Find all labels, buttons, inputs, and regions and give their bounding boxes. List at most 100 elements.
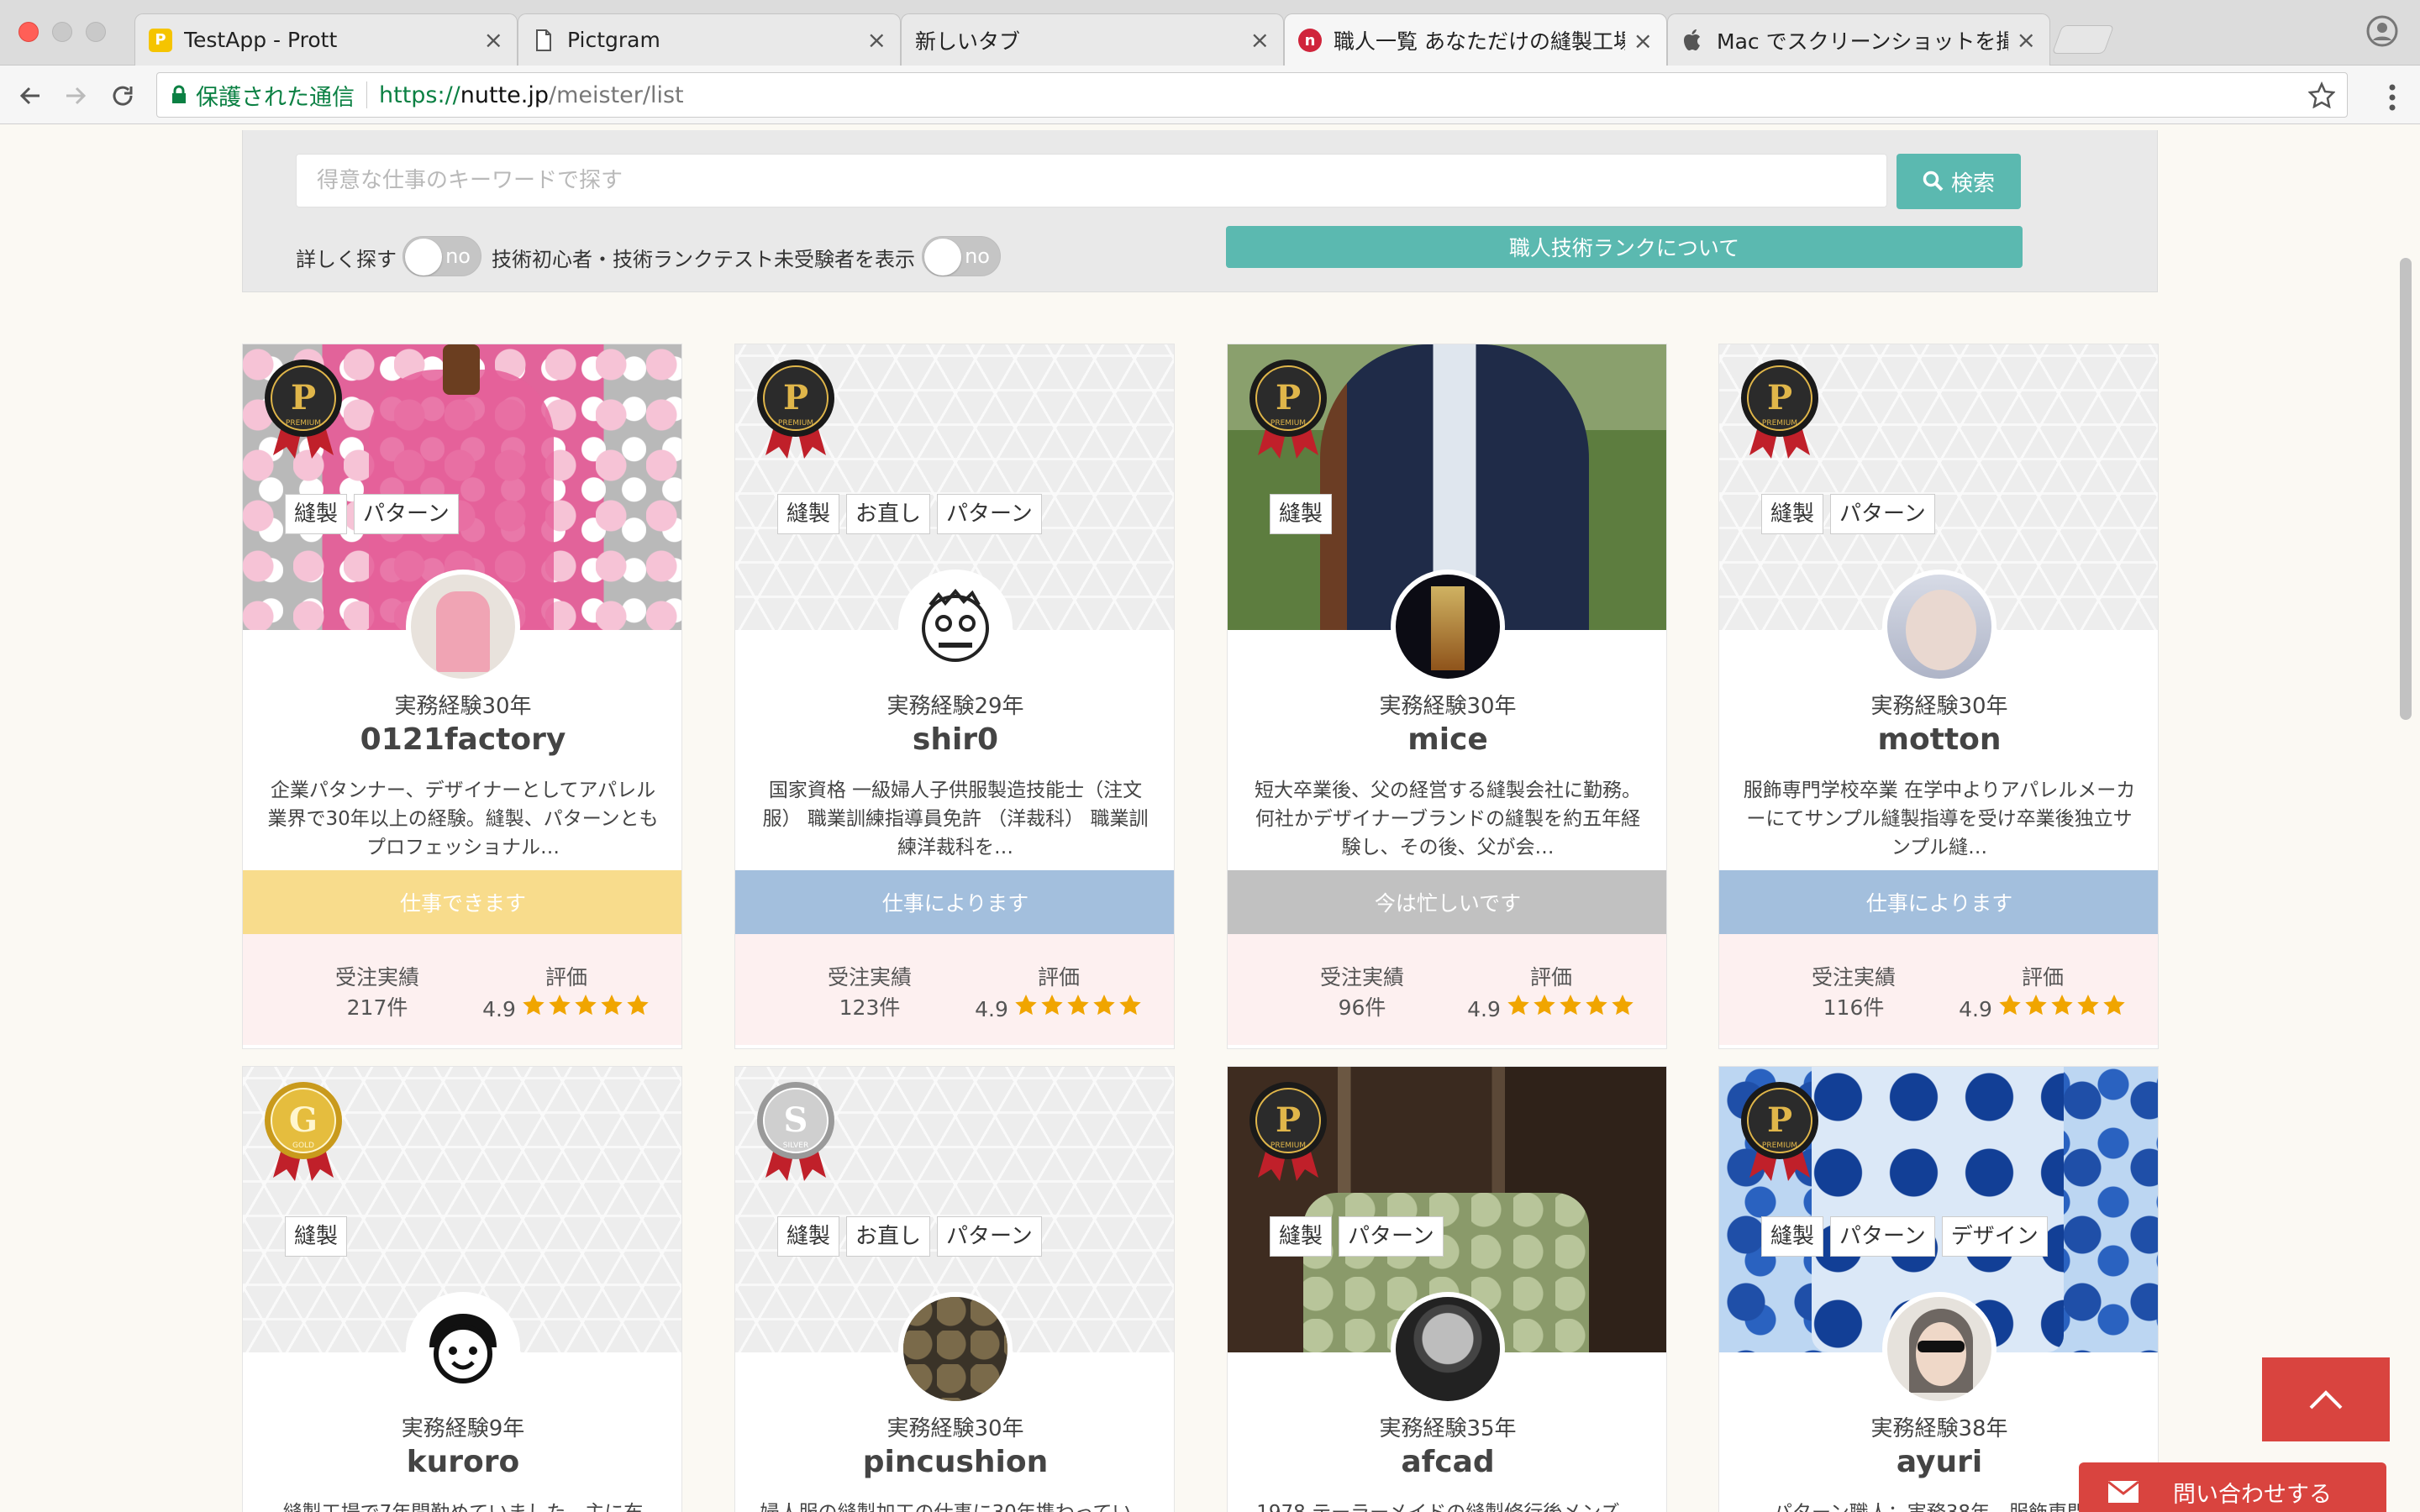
svg-text:P: P [783, 378, 808, 417]
meister-card[interactable]: P PREMIUM 縫製 お直し パターン 実務経験29年 shir0 国家資格 一… [734, 344, 1175, 1049]
scroll-to-top-button[interactable] [2262, 1357, 2390, 1441]
browser-tab[interactable]: Mac でスクリーンショットを撮る × [1667, 13, 2050, 66]
skill-tags: 縫製 [285, 1216, 348, 1257]
bookmark-star-icon[interactable] [2308, 81, 2335, 108]
meister-card[interactable]: P PREMIUM 縫製 パターン 実務経験30年 motton 服飾専門学校卒業… [1718, 344, 2159, 1049]
rating-value: 4.9 [482, 997, 516, 1021]
back-button[interactable] [13, 79, 47, 113]
meister-card[interactable]: P PREMIUM 縫製パターン 実務経験35年 afcad 1978 テーラー… [1227, 1066, 1667, 1512]
star-icon [1610, 993, 1635, 1026]
forward-button[interactable] [59, 79, 92, 113]
detail-search-label: 詳しく探す [296, 248, 397, 271]
meister-card[interactable]: G GOLD 縫製 実務経験9年 kuroro 縫製工場で7年間勤めていました。… [242, 1066, 682, 1512]
rating-stat: 評価 4.9 [1455, 963, 1648, 1026]
svg-text:SILVER: SILVER [783, 1142, 809, 1150]
meister-card[interactable]: P PREMIUM 縫製 実務経験30年 mice 短大卒業後、父の経営する縫製… [1227, 344, 1667, 1049]
meister-name[interactable]: kuroro [243, 1445, 681, 1479]
tab-close-icon[interactable]: × [1250, 26, 1270, 54]
address-bar[interactable]: 保護された通信 https://nutte.jp/meister/list [156, 72, 2348, 118]
meister-name[interactable]: pincushion [735, 1445, 1174, 1479]
experience-years: 実務経験35年 [1379, 1416, 1517, 1441]
tab-close-icon[interactable]: × [1634, 27, 1653, 55]
nutte-favicon-icon: n [1298, 29, 1322, 52]
browser-tab[interactable]: P TestApp - Prott × [134, 13, 518, 66]
star-icon [521, 993, 546, 1026]
meister-avatar[interactable] [898, 1292, 1013, 1406]
toggle-state-label: no [965, 244, 990, 268]
meister-name[interactable]: afcad [1228, 1445, 1666, 1479]
rating-stars [1506, 993, 1635, 1026]
chevron-up-icon [2309, 1390, 2343, 1410]
skill-tag: お直し [846, 494, 931, 534]
meister-avatar[interactable] [1882, 1292, 1996, 1406]
meister-avatar[interactable] [1391, 1292, 1505, 1406]
new-tab-button[interactable] [2051, 25, 2115, 54]
meister-description: 国家資格 一級婦人子供服製造技能士（注文服） 職業訓練指導員免許 （洋裁科） 職… [762, 780, 1149, 858]
meister-avatar[interactable] [1391, 570, 1505, 684]
window-zoom-button[interactable] [86, 22, 106, 42]
tab-close-icon[interactable]: × [2017, 26, 2036, 54]
profile-icon[interactable] [2366, 15, 2398, 47]
meister-name[interactable]: mice [1228, 722, 1666, 757]
rating-row: 4.9 [962, 993, 1155, 1026]
skill-tags: 縫製 パターン デザイン [1761, 1216, 2048, 1257]
star-icon [1065, 993, 1091, 1026]
url-scheme: https:// [379, 81, 460, 108]
meister-name[interactable]: shir0 [735, 722, 1174, 757]
keyword-search-input[interactable] [296, 154, 1887, 207]
svg-text:PREMIUM: PREMIUM [1762, 419, 1797, 428]
toggle-knob [924, 239, 961, 276]
star-icon [2023, 993, 2049, 1026]
browser-tab-active[interactable]: n 職人一覧 あなただけの縫製工場「 × [1284, 13, 1667, 66]
experience-years: 実務経験30年 [394, 694, 532, 719]
orders-count: 96件 [1338, 995, 1386, 1020]
orders-count: 123件 [839, 995, 901, 1020]
meister-name[interactable]: 0121factory [243, 722, 681, 757]
rank-medal-icon: G GOLD [265, 1082, 342, 1181]
orders-count: 217件 [346, 995, 408, 1020]
meister-card[interactable]: S SILVER 縫製お直しパターン 実務経験30年 pincushion 婦人… [734, 1066, 1175, 1512]
meister-avatar[interactable] [406, 570, 520, 684]
experience-years: 実務経験30年 [1379, 694, 1517, 719]
tab-close-icon[interactable]: × [484, 26, 503, 54]
meister-avatar[interactable] [898, 570, 1013, 684]
rank-medal-icon: P PREMIUM [1249, 360, 1327, 459]
reload-button[interactable] [106, 79, 139, 113]
meister-card[interactable]: P PREMIUM 縫製パターンデザイン 実務経験38年 ayuri パターン職… [1718, 1066, 2159, 1512]
tab-close-icon[interactable]: × [867, 26, 886, 54]
meister-stats: 受注実績 217件 評価 4.9 [243, 934, 681, 1045]
meister-name[interactable]: motton [1719, 722, 2158, 757]
star-icon [1039, 993, 1065, 1026]
star-icon [2049, 993, 2075, 1026]
skill-tag: デザイン [1941, 1216, 2048, 1257]
reload-icon [113, 86, 133, 106]
contact-button[interactable]: 問い合わせする [2079, 1462, 2386, 1512]
window-close-button[interactable] [18, 22, 39, 42]
meister-avatar[interactable] [406, 1292, 520, 1406]
rank-info-button[interactable]: 職人技術ランクについて [1226, 226, 2023, 268]
browser-tab[interactable]: Pictgram × [518, 13, 901, 66]
svg-text:P: P [1767, 378, 1792, 417]
rating-row: 4.9 [1455, 993, 1648, 1026]
apple-favicon-icon [1681, 29, 1705, 52]
detail-search-toggle[interactable]: no [402, 236, 481, 276]
meister-card[interactable]: P PREMIUM 縫製 パターン 実務経験30年 0121factory 企業パ… [242, 344, 682, 1049]
star-icon [1532, 993, 1557, 1026]
page-scrollbar[interactable] [2400, 258, 2412, 720]
skill-tag: パターン [937, 1216, 1042, 1257]
rank-medal-icon: P PREMIUM [1741, 1082, 1818, 1181]
meister-description: 1978 テーラーメイドの縫製修行後メンズ… [1251, 1499, 1644, 1512]
svg-text:S: S [784, 1100, 808, 1140]
experience-years: 実務経験30年 [886, 1416, 1024, 1441]
meister-description: 服飾専門学校卒業 在学中よりアパレルメーカーにてサンプル縫製指導を受け卒業後独立… [1743, 780, 2136, 858]
svg-text:P: P [1767, 1100, 1792, 1140]
orders-stat: 受注実績 217件 [293, 963, 461, 1023]
browser-tab[interactable]: 新しいタブ × [901, 13, 1284, 66]
beginner-filter-toggle[interactable]: no [922, 236, 1001, 276]
browser-menu-icon[interactable] [2380, 82, 2405, 113]
meister-description: パターン職人：実務38年、服飾専門… [1743, 1499, 2136, 1512]
orders-stat: 受注実績 116件 [1770, 963, 1938, 1023]
window-minimize-button[interactable] [52, 22, 72, 42]
meister-avatar[interactable] [1882, 570, 1996, 684]
search-button[interactable]: 検索 [1897, 154, 2021, 209]
